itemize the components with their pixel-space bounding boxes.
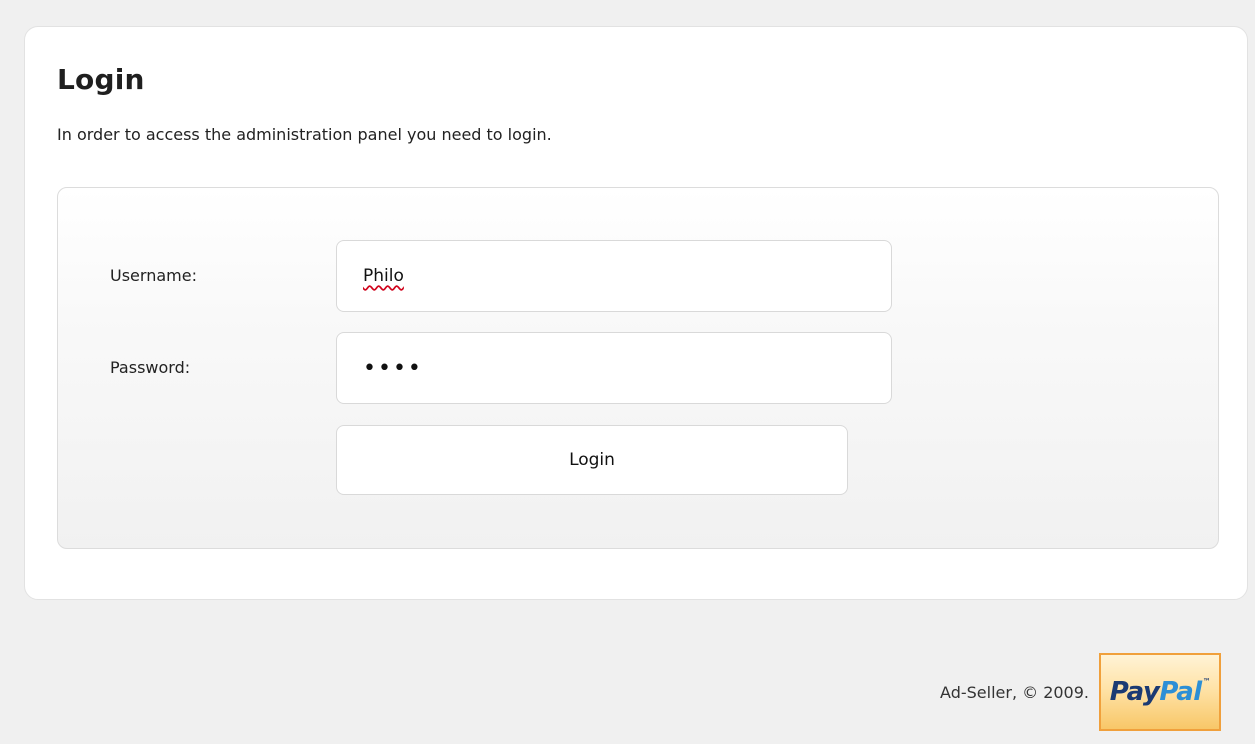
password-input[interactable]: •••• xyxy=(336,332,892,404)
paypal-pal-text: Pal xyxy=(1159,677,1202,707)
password-label: Password: xyxy=(110,358,191,377)
page: Login In order to access the administrat… xyxy=(0,0,1255,744)
paypal-wordmark: PayPal™ xyxy=(1109,677,1211,707)
username-input[interactable]: Philo xyxy=(336,240,892,312)
page-title: Login xyxy=(57,63,145,96)
copyright-text: Ad-Seller, © 2009. xyxy=(940,682,1089,702)
password-value: •••• xyxy=(363,355,423,381)
login-card: Login In order to access the administrat… xyxy=(24,26,1248,600)
login-form: Username: Philo Password: •••• Login xyxy=(57,187,1219,549)
paypal-trademark: ™ xyxy=(1202,677,1211,686)
paypal-logo[interactable]: PayPal™ xyxy=(1099,653,1221,731)
username-label: Username: xyxy=(110,266,197,285)
login-instructions: In order to access the administration pa… xyxy=(57,125,552,144)
username-value: Philo xyxy=(363,266,404,286)
paypal-pay-text: Pay xyxy=(1109,677,1160,707)
footer: Ad-Seller, © 2009. PayPal™ xyxy=(940,653,1221,731)
login-button[interactable]: Login xyxy=(336,425,848,495)
